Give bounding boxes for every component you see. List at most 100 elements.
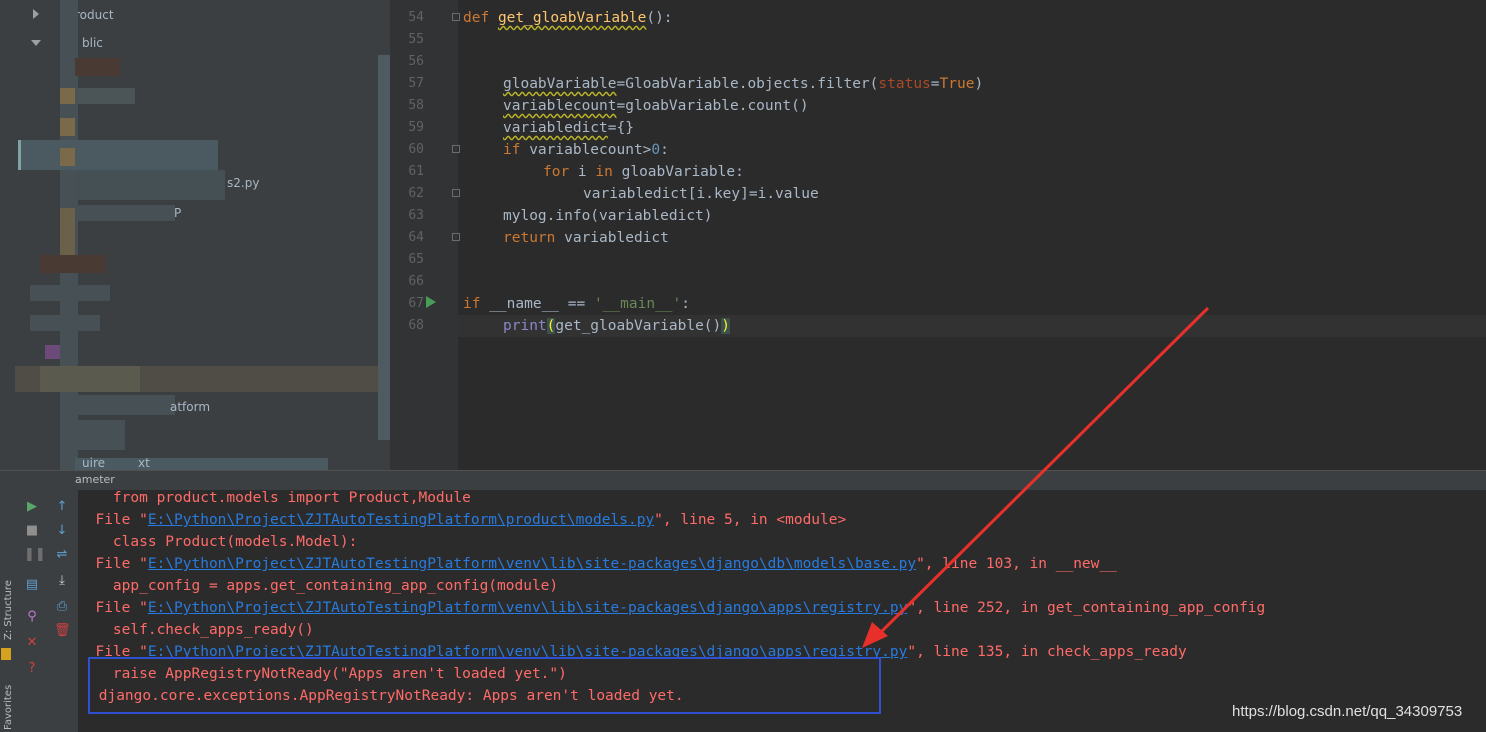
code-text: variablecount> [520, 142, 652, 158]
line-number: 55 [408, 32, 424, 47]
code-text: ) [974, 76, 984, 92]
up-arrow-icon[interactable]: ↑ [54, 500, 70, 514]
code-text: : [681, 296, 691, 312]
project-file-s2[interactable]: s2.py [227, 176, 259, 190]
code-text: (): [646, 10, 673, 26]
code-line-67: if __name__ == '__main__': [463, 293, 690, 315]
project-item-public[interactable]: blic [82, 36, 103, 50]
code-text: i [569, 164, 596, 180]
code-text: =GloabVariable.objects.filter( [616, 76, 879, 92]
keyword: if [503, 142, 521, 158]
code-line-68: print(get_gloabVariable()) [503, 315, 730, 337]
project-file-txt[interactable]: xt [138, 456, 150, 470]
console-line: File "E:\Python\Project\ZJTAutoTestingPl… [78, 509, 846, 531]
keyword: in [595, 164, 613, 180]
code-text: gloabVariable: [612, 164, 744, 180]
line-number: 61 [408, 164, 424, 179]
structure-tab[interactable]: Z: Structure [3, 580, 14, 640]
blur-block [75, 170, 225, 200]
line-number: 56 [408, 54, 424, 69]
console-line: File "E:\Python\Project\ZJTAutoTestingPl… [78, 597, 1265, 619]
print-icon[interactable]: ⎙ [54, 600, 70, 614]
code-text: ={} [607, 120, 634, 136]
console-line: File "E:\Python\Project\ZJTAutoTestingPl… [78, 553, 1116, 575]
line-number: 68 [408, 318, 424, 333]
fold-icon[interactable] [452, 13, 460, 21]
selection-marker [18, 140, 21, 170]
code-editor[interactable]: 54 55 56 57 58 59 60 61 62 63 64 65 66 6… [390, 0, 1486, 470]
pin-icon[interactable]: ⚲ [24, 610, 40, 624]
blur-block [45, 345, 60, 359]
parameter: status [878, 76, 931, 92]
file-link[interactable]: E:\Python\Project\ZJTAutoTestingPlatform… [148, 512, 654, 528]
console-text: ", line 5, in <module> [654, 512, 847, 528]
run-gutter-icon[interactable] [426, 296, 436, 308]
code-text: = [930, 76, 940, 92]
layout-icon[interactable]: ▤ [24, 578, 40, 592]
project-file-p[interactable]: P [174, 206, 181, 220]
console-line: class Product(models.Model): [78, 534, 358, 550]
blur-block [75, 420, 125, 450]
down-arrow-icon[interactable]: ↓ [54, 524, 70, 538]
chevron-down-icon[interactable] [31, 40, 41, 46]
code-text: variabledict [555, 230, 669, 246]
line-number: 67 [408, 296, 424, 311]
annotation-box [88, 657, 881, 714]
console-text: ", line 252, in get_containing_app_confi… [907, 600, 1266, 616]
function-name: get_gloabVariable [497, 10, 647, 26]
run-toolbar: ▶ ■ ❚❚ ▤ ⚲ ✕ ? ↑ ↓ ⇌ ⤓ ⎙ 🗑 [22, 490, 78, 732]
file-link[interactable]: E:\Python\Project\ZJTAutoTestingPlatform… [148, 600, 908, 616]
line-number: 54 [408, 10, 424, 25]
structure-icon[interactable] [1, 648, 11, 660]
line-number: 66 [408, 274, 424, 289]
scroll-to-end-icon[interactable]: ⤓ [54, 574, 70, 588]
favorites-tab[interactable]: Favorites [3, 685, 14, 730]
blur-block [75, 458, 328, 470]
console-text: File " [78, 556, 148, 572]
close-icon[interactable]: ✕ [24, 636, 40, 650]
variable: variablecount [503, 98, 617, 114]
string: '__main__' [593, 296, 682, 312]
fold-icon[interactable] [452, 145, 460, 153]
console-text: ", line 135, in check_apps_ready [907, 644, 1187, 660]
chevron-right-icon[interactable] [33, 9, 39, 19]
line-number: 64 [408, 230, 424, 245]
line-number: 65 [408, 252, 424, 267]
help-icon[interactable]: ? [24, 662, 40, 676]
project-item-platform[interactable]: atform [170, 400, 210, 414]
code-line-64: return variabledict [503, 227, 669, 249]
code-line-57: gloabVariable=GloabVariable.objects.filt… [503, 73, 983, 95]
console-line: app_config = apps.get_containing_app_con… [78, 578, 559, 594]
run-panel-header [0, 470, 1486, 491]
project-file-requirements[interactable]: uire [82, 456, 105, 470]
code-text: __name__ == [480, 296, 594, 312]
rerun-icon[interactable]: ▶ [24, 500, 40, 514]
blur-block [75, 88, 135, 104]
blur-block [60, 148, 75, 166]
fold-icon[interactable] [452, 189, 460, 197]
file-link[interactable]: E:\Python\Project\ZJTAutoTestingPlatform… [148, 556, 916, 572]
stop-icon[interactable]: ■ [24, 524, 40, 538]
line-number: 62 [408, 186, 424, 201]
blur-block [75, 205, 175, 221]
project-item-product[interactable]: roduct [75, 8, 114, 22]
code-line-59: variabledict={} [503, 117, 634, 139]
builtin: print [503, 318, 547, 334]
scrollbar[interactable] [378, 55, 390, 440]
code-line-63: mylog.info(variabledict) [503, 208, 713, 224]
trash-icon[interactable]: 🗑 [54, 624, 71, 638]
console-text: File " [78, 512, 148, 528]
code-text: =gloabVariable.count() [616, 98, 809, 114]
console-line: self.check_apps_ready() [78, 622, 314, 638]
code-line-61: for i in gloabVariable: [543, 161, 744, 183]
console-text: File " [78, 600, 148, 616]
keyword: True [939, 76, 975, 92]
blur-block [60, 118, 75, 136]
soft-wrap-icon[interactable]: ⇌ [54, 548, 70, 562]
pause-icon[interactable]: ❚❚ [24, 548, 46, 562]
line-number: 58 [408, 98, 424, 113]
run-tab[interactable]: ameter [75, 473, 115, 486]
fold-icon[interactable] [452, 233, 460, 241]
keyword: def [463, 10, 490, 26]
blur-block [60, 88, 75, 104]
